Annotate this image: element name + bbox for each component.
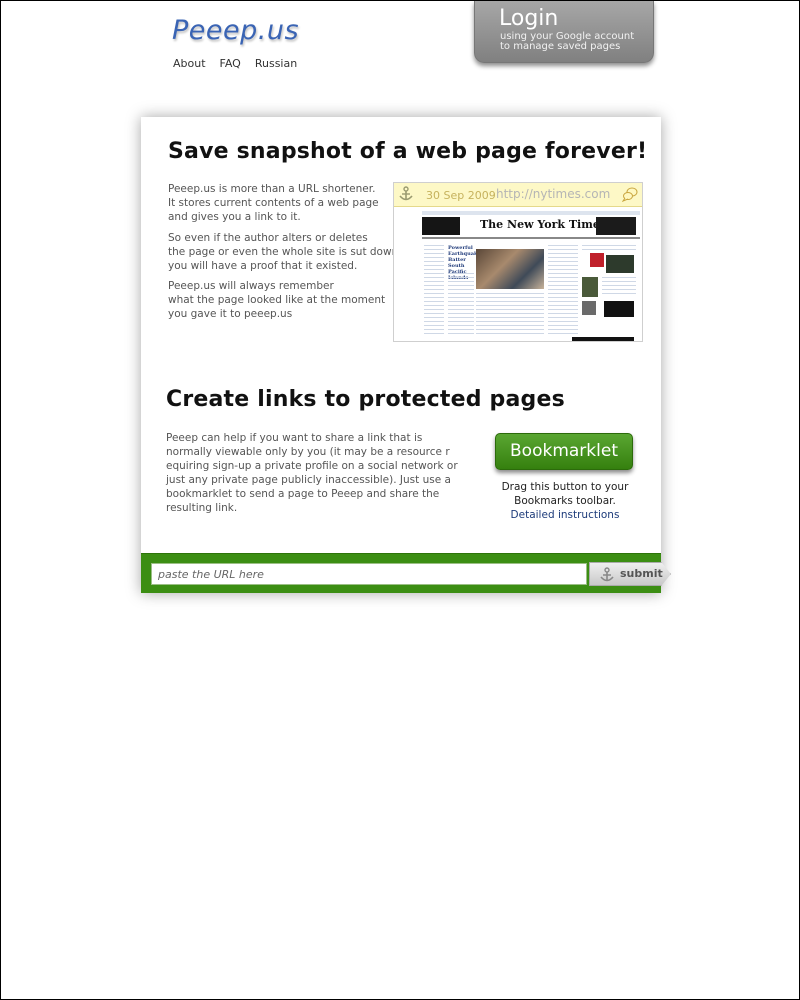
thumb-ad bbox=[572, 337, 634, 341]
bookmarklet-button[interactable]: Bookmarklet bbox=[495, 433, 633, 470]
snapshot-info-bar: 30 Sep 2009 http://nytimes.com bbox=[394, 183, 642, 207]
thumb-column bbox=[424, 245, 444, 337]
detailed-instructions-link[interactable]: Detailed instructions bbox=[481, 508, 649, 522]
text-line: So even if the author alters or deletes bbox=[168, 232, 368, 244]
speech-bubble-icon bbox=[622, 187, 638, 202]
site-logo[interactable]: Peeep.us bbox=[172, 15, 299, 46]
text-line: Peeep can help if you want to share a li… bbox=[166, 432, 423, 444]
bookmarklet-note: Drag this button to your Bookmarks toolb… bbox=[481, 480, 649, 522]
thumb-photo bbox=[476, 249, 544, 289]
login-subtitle: using your Google account to manage save… bbox=[500, 32, 634, 52]
nav-faq-link[interactable]: FAQ bbox=[220, 57, 241, 70]
thumb-column bbox=[476, 293, 544, 337]
text-line: equiring sign-up a private profile on a … bbox=[166, 460, 458, 472]
url-input[interactable] bbox=[151, 563, 587, 585]
snapshot-preview: 30 Sep 2009 http://nytimes.com The New Y… bbox=[393, 182, 643, 342]
text-line: It stores current contents of a web page bbox=[168, 197, 379, 209]
nav-about-link[interactable]: About bbox=[173, 57, 206, 70]
nav-russian-link[interactable]: Russian bbox=[255, 57, 297, 70]
text-line: the page or even the whole site is sut d… bbox=[168, 246, 399, 258]
anchor-icon bbox=[399, 186, 413, 201]
text-line: what the page looked like at the moment bbox=[168, 294, 386, 306]
thumb-topbar bbox=[422, 211, 640, 215]
submit-button[interactable]: submit bbox=[589, 562, 671, 586]
thumb-ad bbox=[596, 217, 636, 235]
snapshot-date: 30 Sep 2009 bbox=[426, 189, 496, 202]
thumb-column bbox=[602, 277, 636, 297]
thumb-ad bbox=[422, 217, 460, 235]
anchor-icon bbox=[600, 567, 614, 582]
text-line: resulting link. bbox=[166, 502, 238, 514]
url-submit-bar: submit bbox=[141, 553, 671, 593]
submit-label: submit bbox=[620, 567, 663, 580]
thumb-rule bbox=[422, 237, 640, 239]
thumb-image bbox=[606, 255, 634, 273]
thumb-image bbox=[582, 301, 596, 315]
text-line: Bookmarks toolbar. bbox=[514, 495, 616, 507]
text-line: Drag this button to your bbox=[501, 481, 629, 493]
text-line: you gave it to peeep.us bbox=[168, 308, 293, 320]
text-line: you will have a proof that it existed. bbox=[168, 260, 358, 272]
remember-paragraph: Peeep.us will always remember what the p… bbox=[168, 279, 385, 321]
snapshot-url: http://nytimes.com bbox=[496, 187, 611, 201]
main-panel: Save snapshot of a web page forever! Pee… bbox=[141, 117, 671, 593]
thumb-column bbox=[448, 273, 474, 337]
login-subtitle-line: to manage saved pages bbox=[500, 41, 621, 52]
thumb-column bbox=[548, 245, 578, 337]
thumb-column bbox=[582, 245, 636, 251]
text-line: Peeep.us is more than a URL shortener. bbox=[168, 183, 376, 195]
text-line: bookmarklet to send a page to Peeep and … bbox=[166, 488, 440, 500]
text-line: just any private page publicly inaccessi… bbox=[166, 474, 451, 486]
login-title: Login bbox=[499, 6, 559, 31]
thumb-red-block bbox=[590, 253, 604, 267]
protected-heading: Create links to protected pages bbox=[166, 387, 565, 412]
thumb-image bbox=[582, 277, 598, 297]
snapshot-thumbnail: The New York Times Powerful Earthquakes … bbox=[422, 211, 640, 341]
thumb-masthead: The New York Times bbox=[480, 218, 607, 231]
text-line: and gives you a link to it. bbox=[168, 211, 301, 223]
login-button[interactable]: Login using your Google account to manag… bbox=[474, 1, 654, 63]
snapshot-heading: Save snapshot of a web page forever! bbox=[168, 139, 648, 164]
intro-paragraph: Peeep.us is more than a URL shortener. I… bbox=[168, 182, 379, 224]
thumb-ad bbox=[604, 301, 634, 317]
proof-paragraph: So even if the author alters or deletes … bbox=[168, 231, 398, 273]
top-nav: About FAQ Russian bbox=[173, 57, 297, 70]
text-line: normally viewable only by you (it may be… bbox=[166, 446, 450, 458]
text-line: Peeep.us will always remember bbox=[168, 280, 334, 292]
protected-paragraph: Peeep can help if you want to share a li… bbox=[166, 431, 458, 515]
